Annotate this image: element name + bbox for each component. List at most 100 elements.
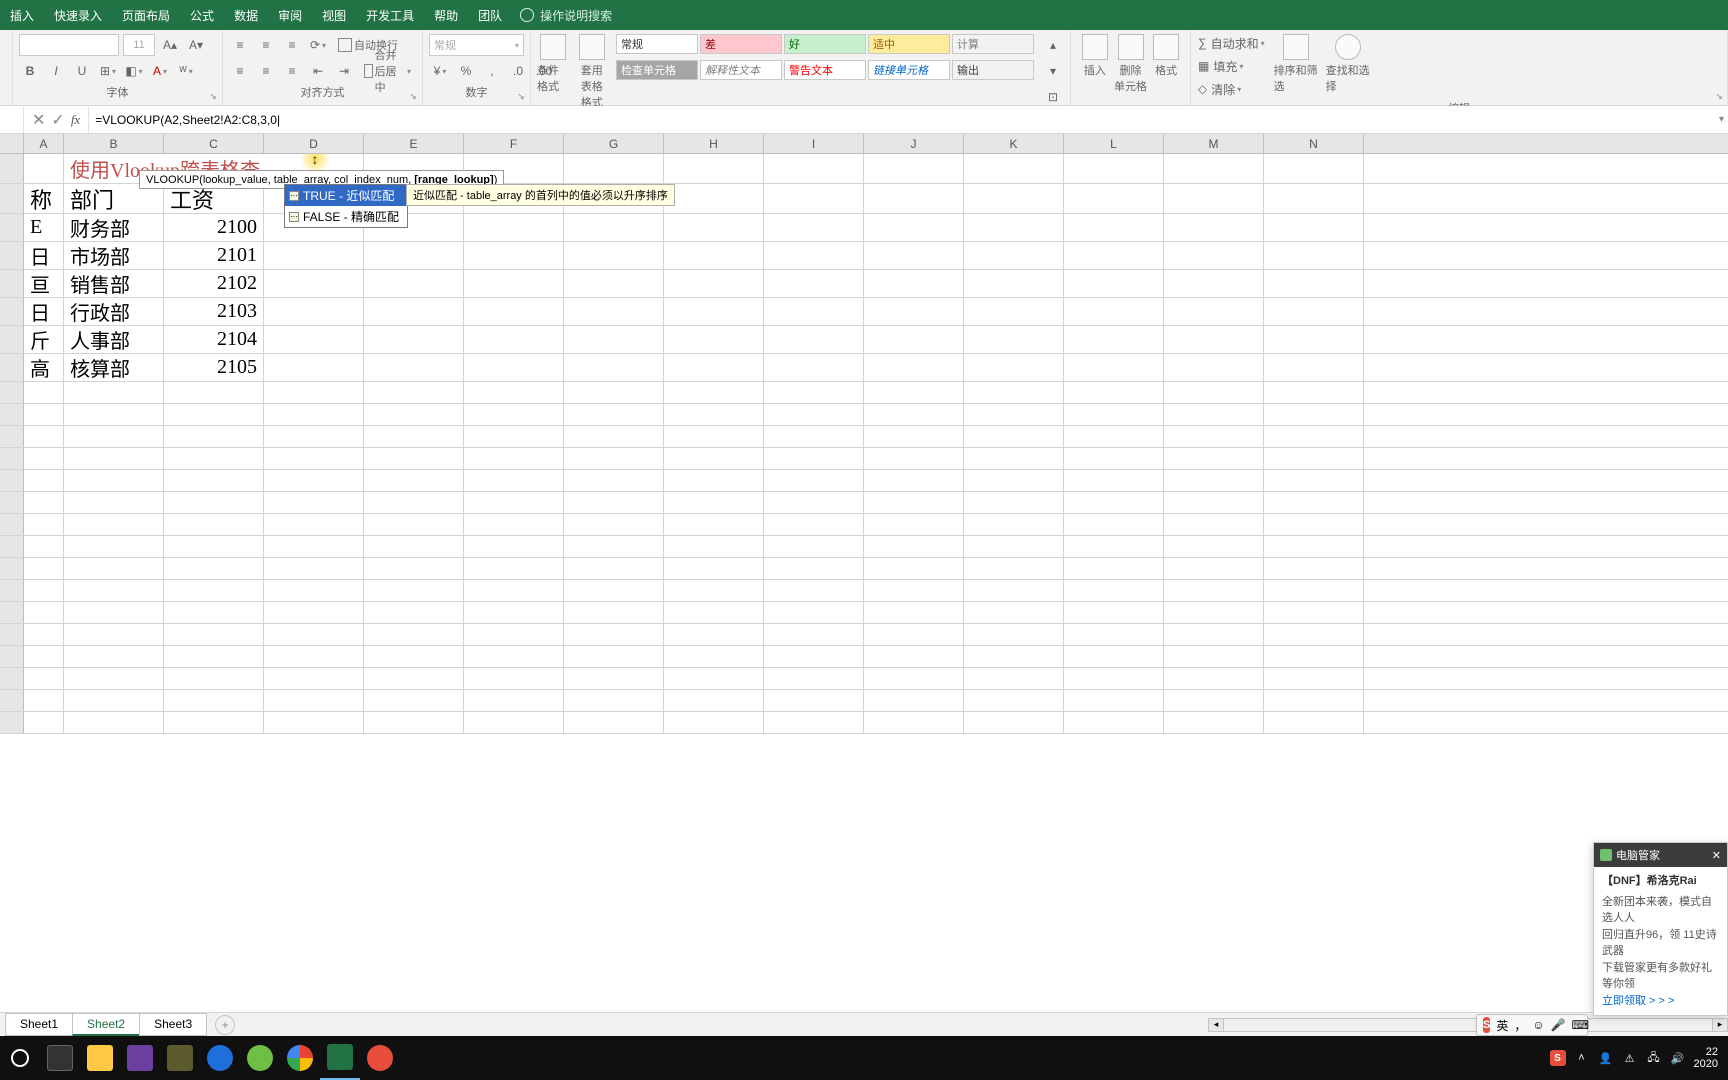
row-header[interactable] <box>0 712 24 733</box>
column-header[interactable]: B <box>64 134 164 153</box>
cell[interactable] <box>564 514 664 535</box>
cell[interactable] <box>964 558 1064 579</box>
cell[interactable] <box>164 624 264 645</box>
cell[interactable] <box>664 514 764 535</box>
cell[interactable] <box>24 426 64 447</box>
cell[interactable] <box>364 602 464 623</box>
cell[interactable] <box>1064 354 1164 381</box>
cell[interactable] <box>864 382 964 403</box>
cell[interactable] <box>464 558 564 579</box>
cell[interactable] <box>364 646 464 667</box>
column-header[interactable]: E <box>364 134 464 153</box>
cell[interactable] <box>1064 154 1164 183</box>
start-button[interactable] <box>0 1036 40 1080</box>
bold-button[interactable]: B <box>19 60 41 82</box>
cell[interactable] <box>364 492 464 513</box>
cell[interactable] <box>364 426 464 447</box>
cell[interactable] <box>1264 712 1364 733</box>
spreadsheet-grid[interactable]: 使用Vlookup跨表格查称部门工资E财务部2100日市场部2101亘销售部21… <box>0 154 1728 734</box>
cell[interactable] <box>1164 514 1264 535</box>
cell[interactable] <box>664 602 764 623</box>
menu-tab[interactable]: 插入 <box>0 0 44 30</box>
fx-icon[interactable]: fx <box>71 112 80 128</box>
cell[interactable] <box>1164 580 1264 601</box>
insert-cells-button[interactable]: 插入 <box>1077 32 1113 78</box>
cell[interactable] <box>564 214 664 241</box>
fill-color-button[interactable]: ◧ <box>123 60 145 82</box>
cell[interactable] <box>1264 448 1364 469</box>
increase-font-icon[interactable]: A▴ <box>159 34 181 56</box>
scroll-right-icon[interactable]: ▸ <box>1712 1018 1728 1032</box>
cell-style-item[interactable]: 差 <box>700 34 782 54</box>
find-select-button[interactable]: 查找和选择 <box>1326 32 1370 94</box>
clipboard-launcher-icon[interactable]: ↘ <box>1712 89 1726 103</box>
cell[interactable] <box>64 646 164 667</box>
cell[interactable] <box>964 214 1064 241</box>
cell[interactable] <box>364 326 464 353</box>
row-header[interactable] <box>0 470 24 491</box>
styles-up-icon[interactable]: ▴ <box>1042 34 1064 56</box>
cell[interactable] <box>464 326 564 353</box>
cell[interactable] <box>24 514 64 535</box>
cell[interactable] <box>464 470 564 491</box>
menu-tab[interactable]: 审阅 <box>268 0 312 30</box>
cell[interactable] <box>24 668 64 689</box>
row-header[interactable] <box>0 242 24 269</box>
taskbar-app[interactable] <box>280 1036 320 1080</box>
cell[interactable]: 市场部 <box>64 242 164 269</box>
cell[interactable] <box>564 154 664 183</box>
cell[interactable] <box>664 690 764 711</box>
cell[interactable] <box>24 536 64 557</box>
horizontal-scrollbar[interactable]: ◂ ▸ <box>1208 1018 1728 1032</box>
cell[interactable] <box>564 426 664 447</box>
cell[interactable]: E <box>24 214 64 241</box>
cell[interactable] <box>764 270 864 297</box>
cell[interactable] <box>264 580 364 601</box>
cell[interactable] <box>864 470 964 491</box>
cell[interactable] <box>1064 558 1164 579</box>
row-header[interactable] <box>0 602 24 623</box>
cell[interactable] <box>1064 580 1164 601</box>
cell[interactable] <box>464 690 564 711</box>
cell[interactable] <box>464 624 564 645</box>
cell[interactable] <box>164 536 264 557</box>
menu-tab[interactable]: 快速录入 <box>44 0 112 30</box>
menu-tab[interactable]: 公式 <box>180 0 224 30</box>
cell[interactable] <box>264 514 364 535</box>
cell[interactable] <box>164 712 264 733</box>
cell[interactable] <box>64 602 164 623</box>
cell[interactable] <box>264 536 364 557</box>
cell[interactable] <box>364 470 464 491</box>
cell[interactable] <box>1164 426 1264 447</box>
cell[interactable]: 日 <box>24 242 64 269</box>
cell[interactable]: 2105 <box>164 354 264 381</box>
cell[interactable] <box>564 270 664 297</box>
cell[interactable] <box>564 580 664 601</box>
tray-notify-icon[interactable]: ⚠ <box>1622 1050 1638 1066</box>
cell[interactable] <box>964 448 1064 469</box>
cell[interactable] <box>264 448 364 469</box>
tray-people-icon[interactable]: 👤 <box>1598 1050 1614 1066</box>
cell[interactable] <box>264 712 364 733</box>
cell[interactable] <box>64 668 164 689</box>
cell-style-item[interactable]: 好 <box>784 34 866 54</box>
cancel-formula-icon[interactable]: ✕ <box>32 110 45 130</box>
cell[interactable] <box>464 602 564 623</box>
cell[interactable] <box>164 382 264 403</box>
cell[interactable] <box>764 382 864 403</box>
cell[interactable] <box>864 404 964 425</box>
currency-icon[interactable]: ¥ <box>429 60 451 82</box>
cell[interactable] <box>264 492 364 513</box>
cell[interactable] <box>364 404 464 425</box>
cell[interactable] <box>764 492 864 513</box>
ime-voice-icon[interactable]: 🎤 <box>1551 1018 1566 1032</box>
cell[interactable] <box>664 184 764 213</box>
font-size-input[interactable] <box>123 34 155 56</box>
cell[interactable] <box>1264 514 1364 535</box>
cell[interactable]: 人事部 <box>64 326 164 353</box>
cell[interactable] <box>664 580 764 601</box>
fill-button[interactable]: ▦ 填充 <box>1197 55 1266 77</box>
cell[interactable] <box>764 580 864 601</box>
cell[interactable] <box>164 426 264 447</box>
row-header[interactable] <box>0 326 24 353</box>
